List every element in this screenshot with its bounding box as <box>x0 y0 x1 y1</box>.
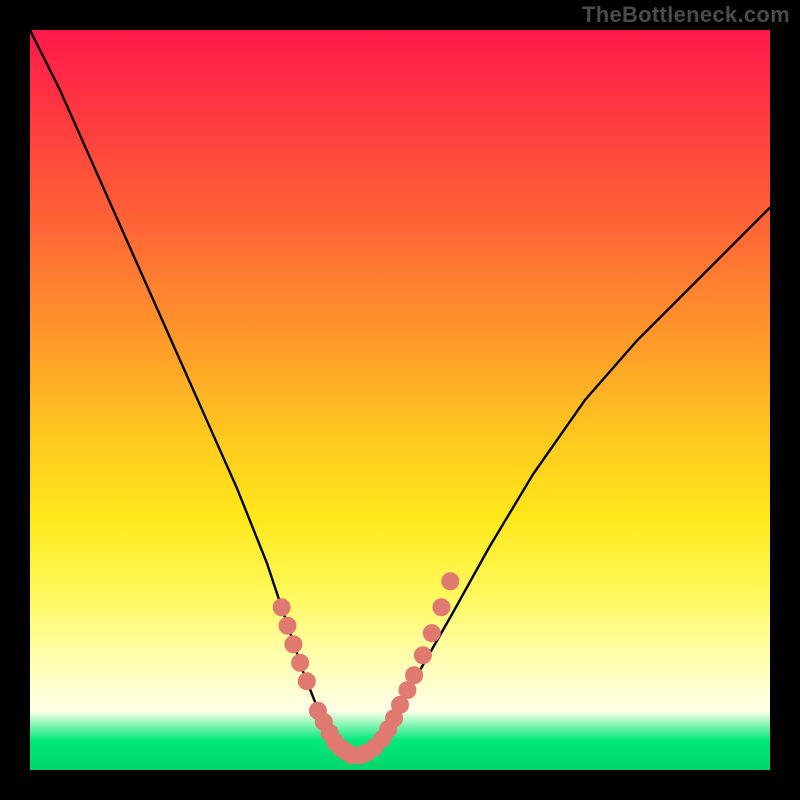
chart-svg <box>30 30 770 770</box>
marker-dots-group <box>273 573 459 764</box>
marker-dot <box>423 625 440 642</box>
chart-stage: TheBottleneck.com <box>0 0 800 800</box>
plot-area <box>30 30 770 770</box>
marker-dot <box>414 647 431 664</box>
marker-dot <box>442 573 459 590</box>
marker-dot <box>433 599 450 616</box>
marker-dot <box>285 636 302 653</box>
watermark-text: TheBottleneck.com <box>582 4 790 26</box>
marker-dot <box>406 667 423 684</box>
marker-dot <box>273 599 290 616</box>
marker-dot <box>298 673 315 690</box>
marker-dot <box>279 617 296 634</box>
bottleneck-curve <box>30 30 770 755</box>
marker-dot <box>292 654 309 671</box>
